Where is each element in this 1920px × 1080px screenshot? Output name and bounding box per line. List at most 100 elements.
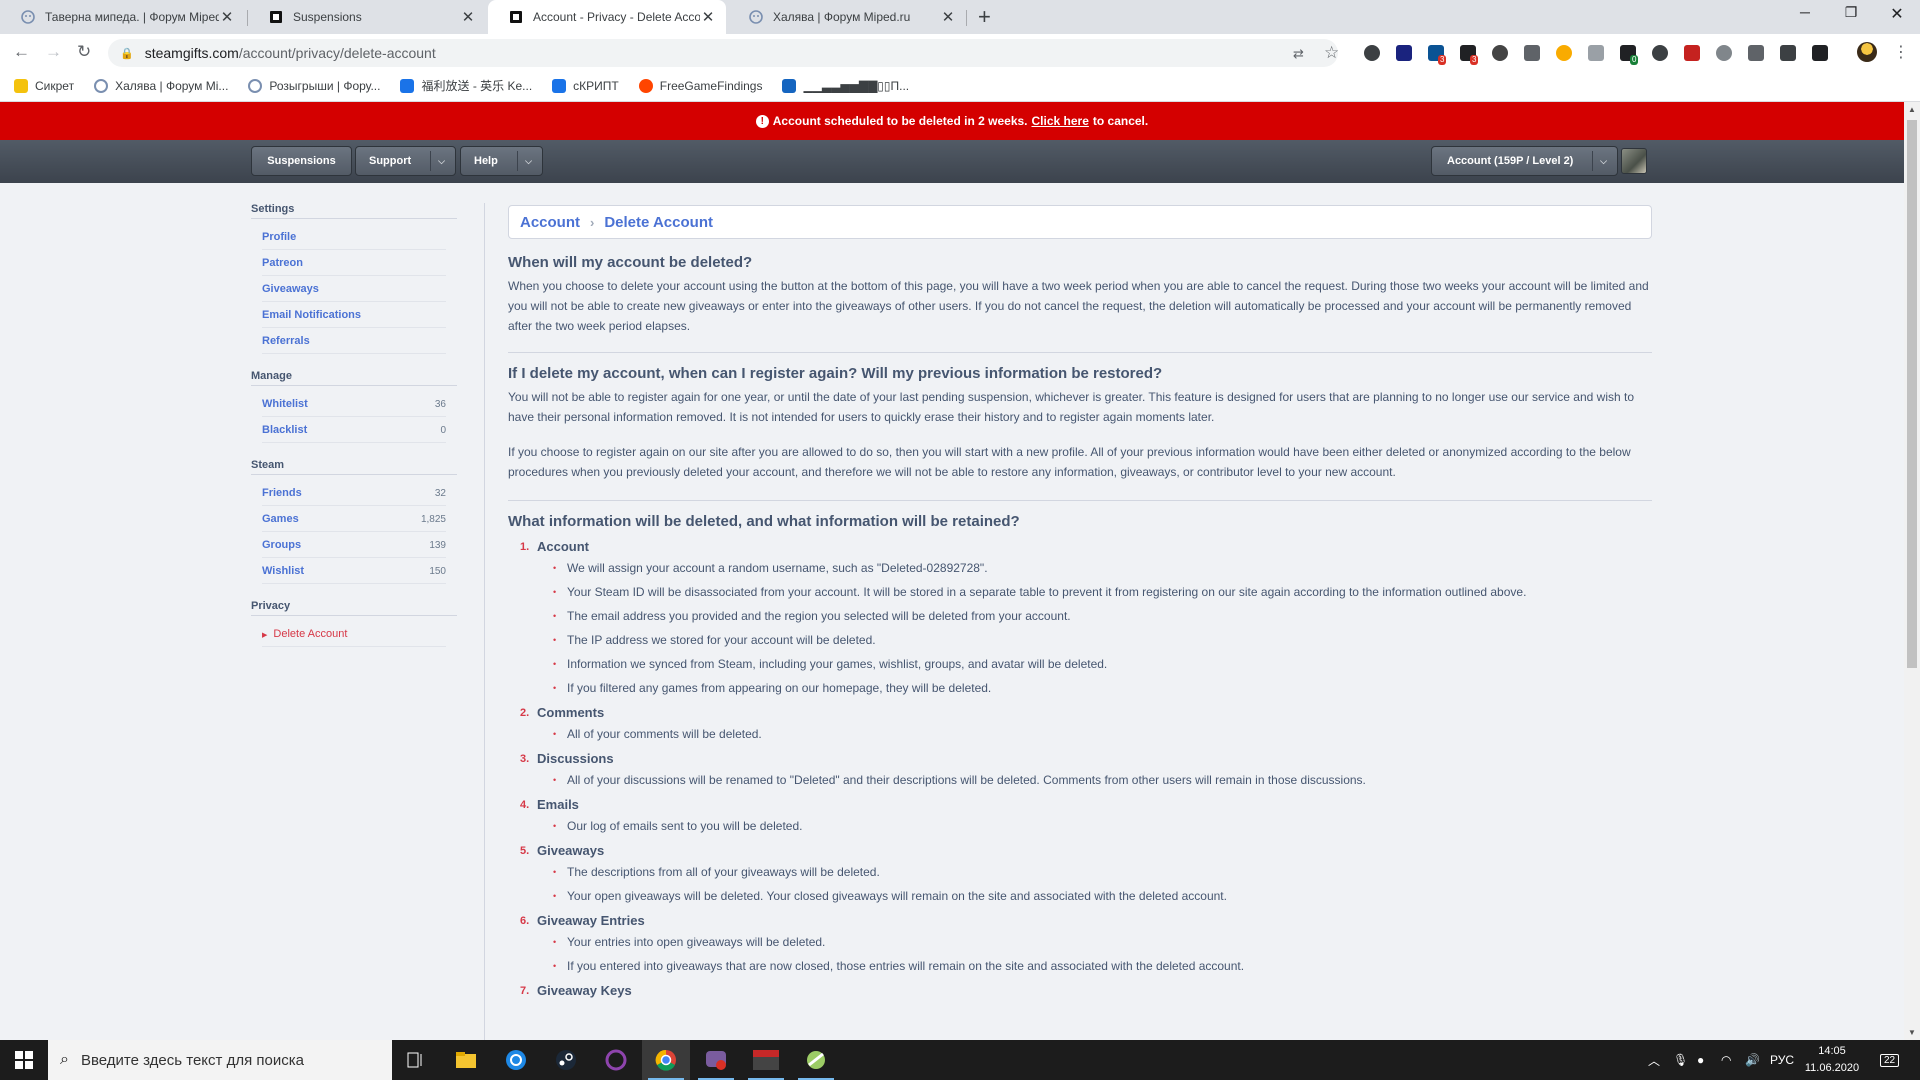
sidebar-item-email-notifications[interactable]: Email Notifications (251, 302, 457, 328)
bookmark-item[interactable]: FreeGameFindings (638, 78, 762, 93)
nav-account-dropdown[interactable]: Account (159P / Level 2) ⌵ (1431, 146, 1618, 176)
bullet-item: • If you filtered any games from appearin… (537, 678, 1652, 698)
voice-meeter-icon[interactable] (742, 1040, 790, 1080)
extension-icon[interactable] (1364, 45, 1380, 61)
extension-icon[interactable] (1780, 45, 1796, 61)
bookmark-item[interactable]: сКРИПТ (552, 78, 619, 93)
cancel-deletion-link[interactable]: Click here (1032, 114, 1089, 128)
task-view-icon[interactable] (392, 1040, 440, 1080)
sidebar-item-groups[interactable]: Groups 139 (251, 532, 457, 558)
reddit-icon (638, 78, 653, 93)
bullet-icon: • (553, 937, 557, 947)
browser-tab[interactable]: Халява | Форум Miped.ru ✕ (728, 0, 966, 34)
extension-icon[interactable] (1492, 45, 1508, 61)
reload-icon[interactable]: ↻ (77, 42, 91, 62)
sidebar-item-giveaways[interactable]: Giveaways (251, 276, 457, 302)
nav-help-dropdown[interactable]: Help ⌵ (460, 146, 543, 176)
close-tab-icon[interactable]: ✕ (219, 8, 235, 26)
chrome-icon[interactable] (642, 1040, 690, 1080)
nav-support-dropdown[interactable]: Support ⌵ (355, 146, 456, 176)
forum-favicon-icon (248, 78, 263, 93)
bullet-text: The IP address we stored for your accoun… (567, 633, 876, 647)
notifications-icon[interactable]: 22 (1880, 1040, 1900, 1080)
windows-start-icon[interactable] (0, 1040, 48, 1080)
bookmark-item[interactable]: Розыгрыши | Фору... (248, 78, 380, 93)
extension-icon[interactable] (1396, 45, 1412, 61)
bullet-text: Your open giveaways will be deleted. You… (567, 889, 1227, 903)
steam-icon[interactable] (542, 1040, 590, 1080)
bookmark-item[interactable]: Халява | Форум Mi... (94, 78, 228, 93)
divider (517, 151, 518, 171)
extension-icon[interactable] (1716, 45, 1732, 61)
close-tab-icon[interactable]: ✕ (940, 8, 956, 26)
show-hidden-icons[interactable]: ︿ (1648, 1040, 1660, 1080)
forward-icon[interactable]: → (45, 42, 62, 62)
more-menu-icon[interactable]: ⋮ (1893, 42, 1909, 62)
app-icon[interactable] (792, 1040, 840, 1080)
close-tab-icon[interactable]: ✕ (700, 8, 716, 26)
divider (430, 151, 431, 171)
list-item-title: Giveaways (537, 843, 605, 858)
sidebar-item-whitelist[interactable]: Whitelist 36 (251, 391, 457, 417)
bookmark-item[interactable]: Сикрет (14, 78, 74, 93)
close-window-icon[interactable]: ✕ (1874, 4, 1920, 24)
close-tab-icon[interactable]: ✕ (460, 8, 476, 26)
bookmark-star-icon[interactable]: ☆ (1324, 43, 1339, 63)
minimize-icon[interactable]: ─ (1782, 4, 1828, 20)
microphone-icon[interactable]: 🎙 (1673, 1040, 1688, 1080)
sidebar-item-profile[interactable]: Profile (251, 224, 457, 250)
bullet-item: • All of your discussions will be renamed… (537, 770, 1652, 790)
back-icon[interactable]: ← (13, 42, 30, 62)
sidebar-item-delete-account[interactable]: Delete Account (251, 621, 457, 647)
list-number: 2. (520, 707, 530, 719)
new-tab-button[interactable]: + (978, 4, 991, 30)
browser-tab[interactable]: Таверна мипеда. | Форум Miped.ru ✕ (0, 0, 245, 34)
breadcrumb-current[interactable]: Delete Account (604, 214, 713, 231)
bookmarks-bar: Сикрет Халява | Форум Mi... Розыгрыши | … (0, 70, 1920, 102)
chevron-down-icon: ⌵ (438, 155, 445, 166)
network-icon[interactable]: ◠ (1721, 1040, 1731, 1080)
browser-tab[interactable]: Suspensions ✕ (248, 0, 486, 34)
extension-icon[interactable] (1812, 45, 1828, 61)
file-explorer-icon[interactable] (442, 1040, 490, 1080)
translate-icon[interactable]: ⇄ (1293, 46, 1304, 62)
taskbar-search-box[interactable]: ⌕ Введите здесь текст для поиска (48, 1040, 392, 1080)
retention-list-item: 2. Comments • All of your comments will be … (508, 702, 1652, 748)
profile-avatar[interactable] (1857, 42, 1877, 62)
sidebar-item-games[interactable]: Games 1,825 (251, 506, 457, 532)
nav-suspensions-button[interactable]: Suspensions (251, 146, 352, 176)
extension-icon[interactable] (1684, 45, 1700, 61)
sidebar-item-friends[interactable]: Friends 32 (251, 480, 457, 506)
sidebar-item-referrals[interactable]: Referrals (251, 328, 457, 354)
cortana-icon[interactable] (592, 1040, 640, 1080)
taskbar-clock[interactable]: 14:05 11.06.2020 (1796, 1043, 1868, 1077)
breadcrumb-account-link[interactable]: Account (520, 214, 580, 231)
bookmark-item[interactable]: 福利放送 - 英乐 Ke... (400, 77, 532, 94)
list-item-body: Comments • All of your comments will be de… (537, 702, 1652, 748)
sidebar-item-patreon[interactable]: Patreon (251, 250, 457, 276)
user-avatar[interactable] (1621, 148, 1647, 174)
sidebar-item-blacklist[interactable]: Blacklist 0 (251, 417, 457, 443)
bullet-text: All of your comments will be deleted. (567, 727, 762, 741)
extension-icon[interactable] (1588, 45, 1604, 61)
browser-tab-active[interactable]: Account - Privacy - Delete Account ✕ (488, 0, 726, 34)
extension-icon[interactable] (1524, 45, 1540, 61)
volume-icon[interactable]: 🔊 (1745, 1040, 1760, 1080)
notification-count: 22 (1880, 1053, 1900, 1067)
language-indicator[interactable]: РУС (1770, 1040, 1794, 1080)
extension-icon[interactable] (1748, 45, 1764, 61)
scroll-down-icon[interactable]: ▼ (1908, 1028, 1916, 1037)
messenger-icon[interactable] (692, 1040, 740, 1080)
app-icon[interactable] (492, 1040, 540, 1080)
scrollbar-thumb[interactable] (1907, 120, 1917, 668)
address-bar[interactable]: 🔒 steamgifts.com /account/privacy/delete… (108, 39, 1338, 67)
scroll-up-icon[interactable]: ▲ (1908, 105, 1916, 114)
bookmark-item[interactable]: ▁▁▃▃▅▅▇▇▯▯П... (782, 78, 909, 93)
tab-title: Халява | Форум Miped.ru (773, 10, 911, 24)
extension-icon[interactable] (1652, 45, 1668, 61)
page-scrollbar[interactable]: ▲ ▼ (1904, 102, 1920, 1040)
restore-icon[interactable]: ❐ (1828, 4, 1874, 21)
steam-tray-icon[interactable]: ● (1697, 1040, 1704, 1080)
sidebar-item-wishlist[interactable]: Wishlist 150 (251, 558, 457, 584)
extension-icon[interactable] (1556, 45, 1572, 61)
